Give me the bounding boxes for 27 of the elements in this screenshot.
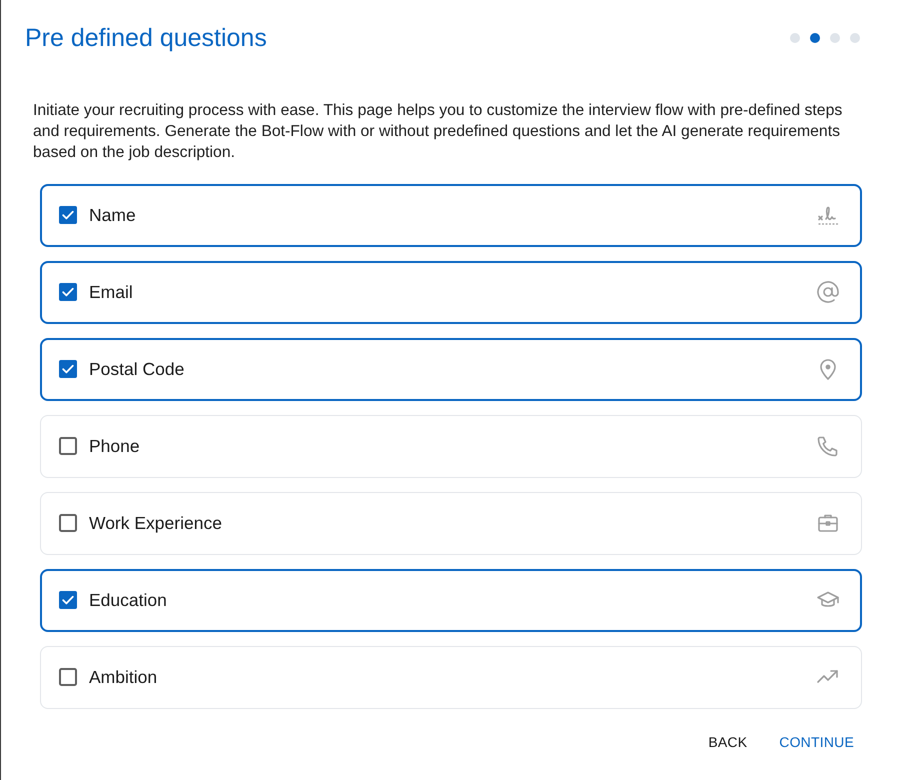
- at-sign-icon: [816, 280, 840, 304]
- checkbox[interactable]: [59, 591, 77, 609]
- question-option[interactable]: Postal Code: [40, 338, 862, 400]
- question-option[interactable]: Phone: [40, 414, 862, 478]
- option-label: Ambition: [89, 666, 158, 689]
- checkbox[interactable]: [59, 668, 77, 686]
- question-option[interactable]: Work Experience: [40, 492, 862, 554]
- option-label: Postal Code: [89, 358, 186, 381]
- question-option[interactable]: Education: [40, 568, 862, 632]
- question-option[interactable]: Name: [40, 184, 862, 246]
- option-label: Name: [89, 204, 137, 227]
- checkbox[interactable]: [59, 514, 77, 532]
- option-label: Education: [89, 588, 168, 612]
- checkbox[interactable]: [59, 360, 77, 378]
- continue-button[interactable]: CONTINUE: [771, 726, 862, 758]
- checkbox[interactable]: [59, 437, 77, 455]
- question-option[interactable]: Ambition: [40, 646, 862, 708]
- checkbox[interactable]: [59, 283, 77, 301]
- option-label: Work Experience: [89, 512, 223, 535]
- page-title: Pre defined questions: [25, 23, 267, 54]
- option-label: Phone: [89, 434, 141, 458]
- phone-icon: [816, 434, 840, 458]
- back-button[interactable]: BACK: [700, 726, 756, 758]
- question-option[interactable]: Email: [40, 260, 862, 324]
- option-label: Email: [89, 280, 134, 304]
- checkbox[interactable]: [59, 206, 77, 224]
- description-text: Initiate your recruiting process with ease. This page helps you to customize the interview flow with pre-defined steps and requirements. Generate the Bot-Flow with or without predefined questions and let the AI generate requirements based on the job description.: [33, 100, 844, 162]
